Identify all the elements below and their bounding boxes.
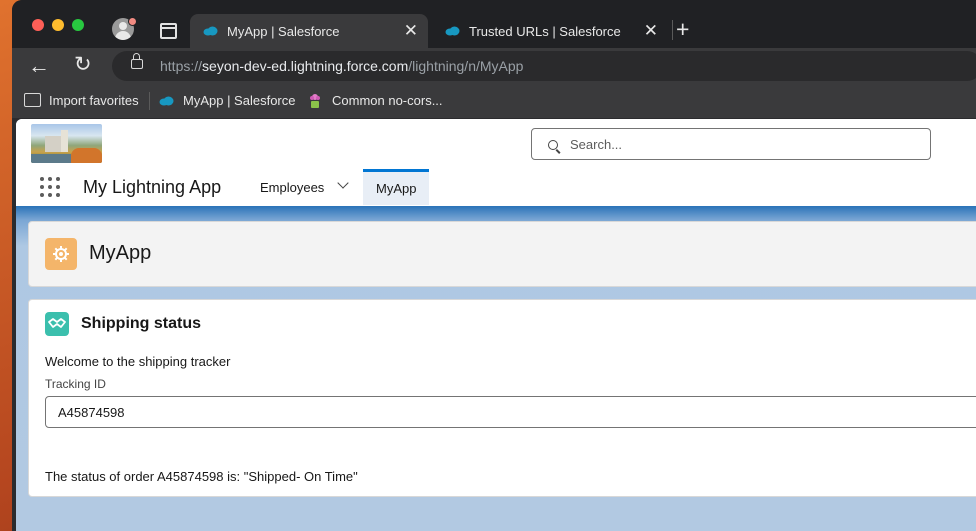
salesforce-header: My Lightning App Employees MyApp xyxy=(16,119,976,206)
bookmark-myapp-salesforce[interactable]: MyApp | Salesforce xyxy=(183,93,295,108)
app-icon xyxy=(45,238,77,270)
tab-title: Trusted URLs | Salesforce xyxy=(469,24,621,39)
salesforce-cloud-icon xyxy=(203,26,218,36)
minimize-window-button[interactable] xyxy=(52,19,64,31)
url-host: seyon-dev-ed.lightning.force.com xyxy=(202,58,409,74)
back-arrow-icon[interactable]: ← xyxy=(28,53,50,79)
close-icon[interactable]: ✕ xyxy=(644,21,658,41)
tab-trusted-urls[interactable]: Trusted URLs | Salesforce ✕ xyxy=(432,14,668,48)
card-title: Shipping status xyxy=(81,315,201,332)
status-message: The status of order A45874598 is: "Shipp… xyxy=(45,469,358,484)
close-icon[interactable]: ✕ xyxy=(404,21,418,41)
salesforce-page: My Lightning App Employees MyApp xyxy=(16,119,976,531)
global-search[interactable] xyxy=(531,128,931,160)
shipping-status-card: Shipping status Welcome to the shipping … xyxy=(28,299,976,497)
nav-tab-label: MyApp xyxy=(376,181,417,196)
page-header: MyApp xyxy=(28,221,976,287)
reload-icon[interactable]: ↻ xyxy=(74,52,92,77)
chevron-down-icon[interactable] xyxy=(337,177,349,189)
nav-tab-label: Employees xyxy=(260,180,325,195)
salesforce-cloud-icon xyxy=(159,96,174,106)
plus-icon[interactable]: + xyxy=(676,16,689,42)
page-title: MyApp xyxy=(89,242,152,264)
browser-window: MyApp | Salesforce ✕ Trusted URLs | Sale… xyxy=(12,0,976,531)
url-text[interactable]: https://seyon-dev-ed.lightning.force.com… xyxy=(160,58,523,74)
nav-tab-employees[interactable]: Employees xyxy=(248,169,362,205)
tab-actions-icon[interactable] xyxy=(160,23,177,39)
close-window-button[interactable] xyxy=(32,19,44,31)
title-bar: MyApp | Salesforce ✕ Trusted URLs | Sale… xyxy=(12,0,976,48)
folder-icon xyxy=(24,93,41,107)
bookmark-import-favorites[interactable]: Import favorites xyxy=(49,93,139,108)
tracking-id-label: Tracking ID xyxy=(45,377,106,391)
browser-toolbar: ← ↻ https://seyon-dev-ed.lightning.force… xyxy=(12,48,976,84)
plant-icon xyxy=(310,94,320,108)
tab-title: MyApp | Salesforce xyxy=(227,24,340,39)
bookmarks-divider xyxy=(149,92,150,110)
handshake-icon xyxy=(45,312,69,336)
maximize-window-button[interactable] xyxy=(72,19,84,31)
tracking-id-input[interactable] xyxy=(45,396,976,428)
tab-divider xyxy=(672,20,673,40)
url-path: /lightning/n/MyApp xyxy=(408,58,524,74)
url-scheme: https:// xyxy=(160,58,203,74)
search-input[interactable] xyxy=(570,129,920,159)
tab-myapp[interactable]: MyApp | Salesforce ✕ xyxy=(190,14,428,48)
address-bar[interactable]: https://seyon-dev-ed.lightning.force.com… xyxy=(112,51,976,81)
profile-notification-dot xyxy=(128,17,137,26)
search-icon xyxy=(548,140,558,150)
bookmark-common-no-cors[interactable]: Common no-cors... xyxy=(332,93,443,108)
bookmarks-bar: Import favorites MyApp | Salesforce Comm… xyxy=(12,84,976,118)
welcome-text: Welcome to the shipping tracker xyxy=(45,354,231,369)
lock-icon[interactable] xyxy=(131,53,143,69)
org-logo[interactable] xyxy=(31,124,102,163)
app-launcher-icon[interactable] xyxy=(40,177,62,199)
gear-icon xyxy=(53,246,69,262)
nav-tab-myapp[interactable]: MyApp xyxy=(363,169,429,205)
salesforce-cloud-icon xyxy=(445,26,460,36)
app-name: My Lightning App xyxy=(83,177,222,197)
